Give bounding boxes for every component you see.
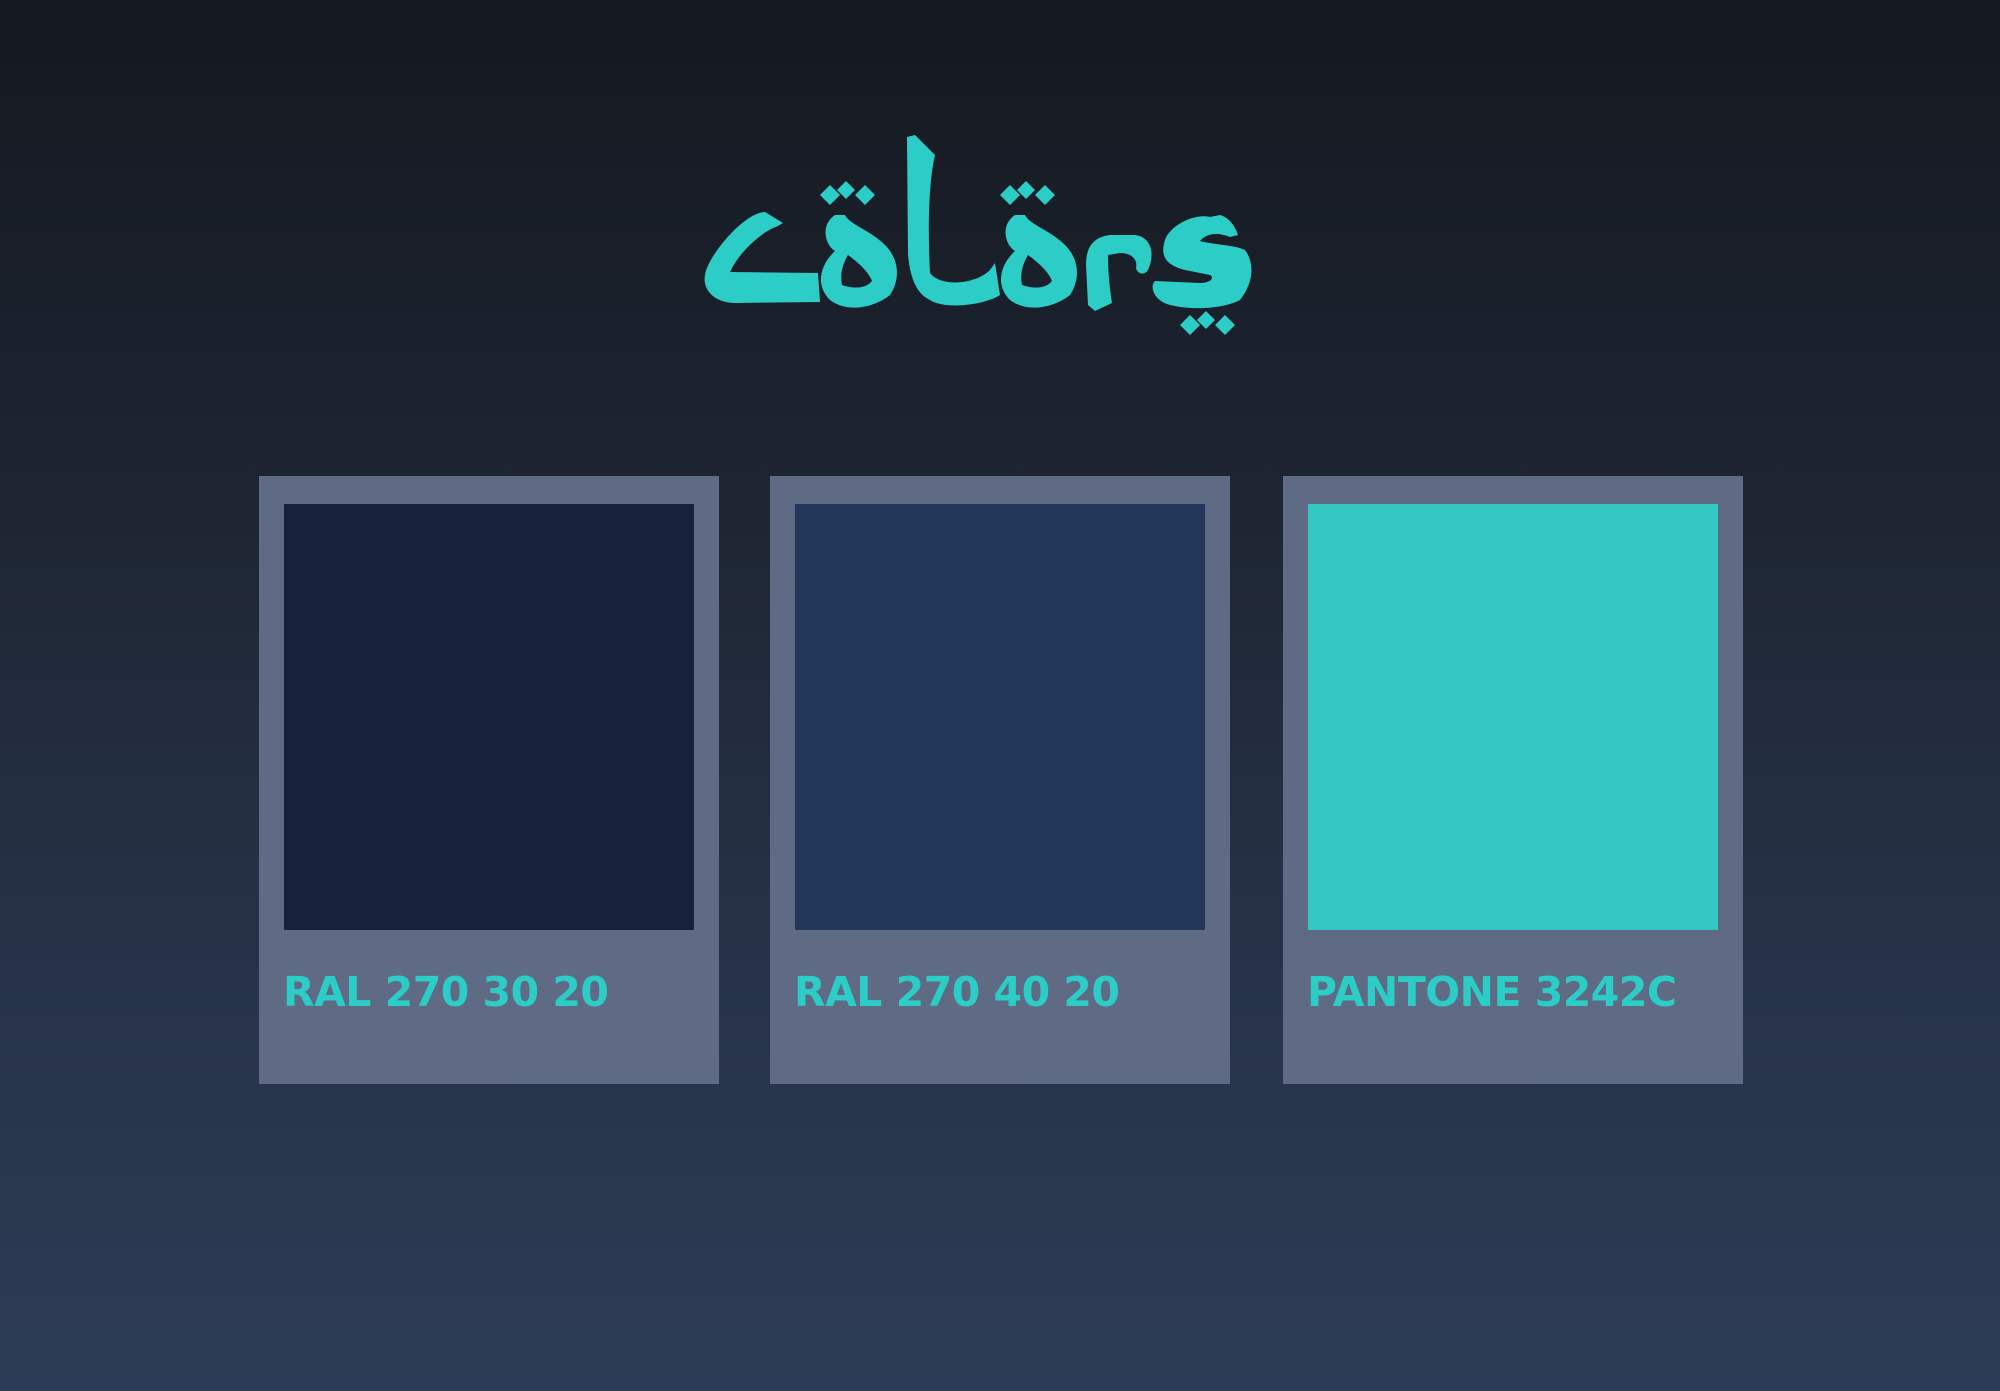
swatch-label: RAL 270 30 20 bbox=[283, 968, 609, 1016]
swatch-card-pantone-3242c: PANTONE 3242C bbox=[1283, 476, 1743, 1084]
swatch-label: PANTONE 3242C bbox=[1307, 968, 1677, 1016]
swatch-label: RAL 270 40 20 bbox=[794, 968, 1120, 1016]
swatch-card-ral-270-30-20: RAL 270 30 20 bbox=[259, 476, 719, 1084]
swatch-row: RAL 270 30 20 RAL 270 40 20 PANTONE 3242… bbox=[259, 476, 1743, 1084]
swatch-color-block bbox=[1308, 504, 1718, 930]
colors-title-logo: colors bbox=[690, 125, 1300, 355]
colors-title-artwork bbox=[704, 135, 1252, 335]
swatch-color-block bbox=[284, 504, 694, 930]
swatch-color-block bbox=[795, 504, 1205, 930]
swatch-card-ral-270-40-20: RAL 270 40 20 bbox=[770, 476, 1230, 1084]
